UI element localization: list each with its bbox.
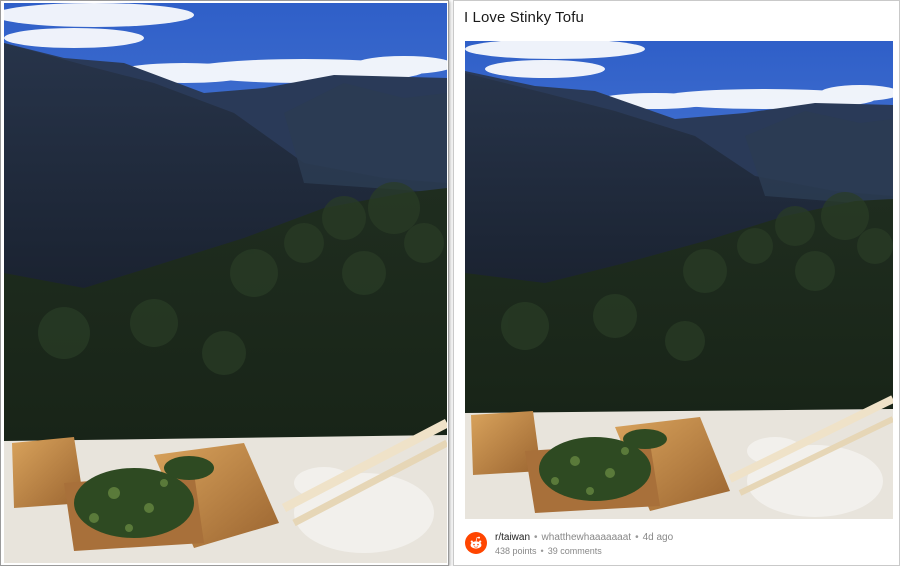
post-age: 4d ago [642, 532, 674, 543]
post-photo-left [4, 3, 447, 563]
left-image-panel [0, 0, 449, 566]
separator-dot: • [635, 532, 639, 543]
post-byline: r/taiwan • whatthewhaaaaaaat • 4d ago [495, 532, 673, 543]
separator-dot: • [534, 532, 538, 543]
reddit-alien-glyph [470, 536, 482, 549]
separator-dot: • [540, 546, 544, 556]
landscape-photo [4, 3, 447, 563]
post-card[interactable]: I Love Stinky Tofu r/taiwan • whatthewha… [453, 0, 900, 566]
comments-link[interactable]: 39 comments [548, 546, 602, 556]
author-link[interactable]: whatthewhaaaaaaat [542, 532, 632, 543]
points-count: 438 points [495, 546, 537, 556]
post-title[interactable]: I Love Stinky Tofu [464, 9, 584, 26]
post-meta: r/taiwan • whatthewhaaaaaaat • 4d ago 438 po… [465, 529, 893, 559]
reddit-alien-icon[interactable] [465, 532, 487, 554]
subreddit-link[interactable]: r/taiwan [495, 532, 530, 543]
post-photo[interactable] [465, 41, 893, 519]
post-stats: 438 points • 39 comments [495, 546, 602, 556]
landscape-photo [465, 41, 893, 519]
